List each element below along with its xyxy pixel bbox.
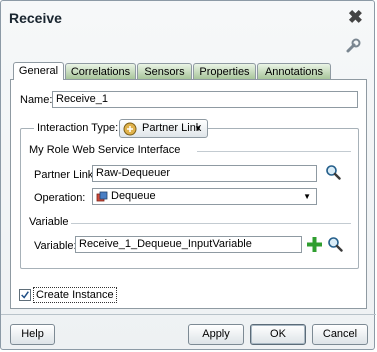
dialog-title: Receive: [9, 10, 62, 26]
checkmark-icon: [21, 291, 29, 299]
interaction-type-value: Partner Link: [142, 122, 202, 134]
create-instance-label[interactable]: Create Instance: [33, 287, 117, 303]
operation-icon: [96, 191, 108, 202]
create-instance-checkbox[interactable]: [19, 289, 31, 301]
tab-correlations[interactable]: Correlations: [65, 63, 136, 79]
tab-general[interactable]: General: [13, 62, 64, 80]
apply-button[interactable]: Apply: [188, 324, 244, 345]
partner-link-input[interactable]: Raw-Dequeuer: [92, 165, 317, 182]
add-icon[interactable]: [307, 237, 322, 252]
receive-dialog: Receive ✖ General Correlations Sensors P…: [0, 0, 376, 350]
tab-properties[interactable]: Properties: [193, 63, 256, 79]
help-button[interactable]: Help: [10, 324, 55, 345]
tab-sensors[interactable]: Sensors: [137, 63, 192, 79]
cancel-button[interactable]: Cancel: [312, 324, 368, 345]
chevron-down-icon: ▼: [194, 124, 202, 133]
search-icon[interactable]: [325, 164, 341, 180]
operation-select[interactable]: Dequeue ▼: [92, 188, 317, 205]
tab-annotations[interactable]: Annotations: [257, 63, 331, 79]
footer-divider: [1, 314, 376, 315]
search-icon[interactable]: [327, 236, 343, 252]
role-section-title: My Role Web Service Interface: [29, 144, 181, 156]
variable-input[interactable]: Receive_1_Dequeue_InputVariable: [75, 236, 302, 253]
variable-section-separator: [71, 223, 351, 224]
partner-link-icon: [123, 122, 137, 136]
variable-label: Variable:: [34, 240, 77, 252]
wrench-icon[interactable]: [345, 38, 361, 54]
partner-link-label: Partner Link:: [34, 169, 97, 181]
name-label: Name:: [20, 94, 53, 106]
name-input[interactable]: Receive_1: [52, 91, 358, 108]
interaction-type-label: Interaction Type:: [34, 122, 122, 134]
close-icon[interactable]: ✖: [348, 8, 363, 26]
operation-value: Dequeue: [111, 190, 156, 202]
operation-label: Operation:: [34, 192, 86, 204]
chevron-down-icon: ▼: [303, 192, 311, 201]
ok-button[interactable]: OK: [250, 324, 306, 345]
variable-section-title: Variable: [29, 216, 69, 228]
role-section-separator: [197, 151, 351, 152]
